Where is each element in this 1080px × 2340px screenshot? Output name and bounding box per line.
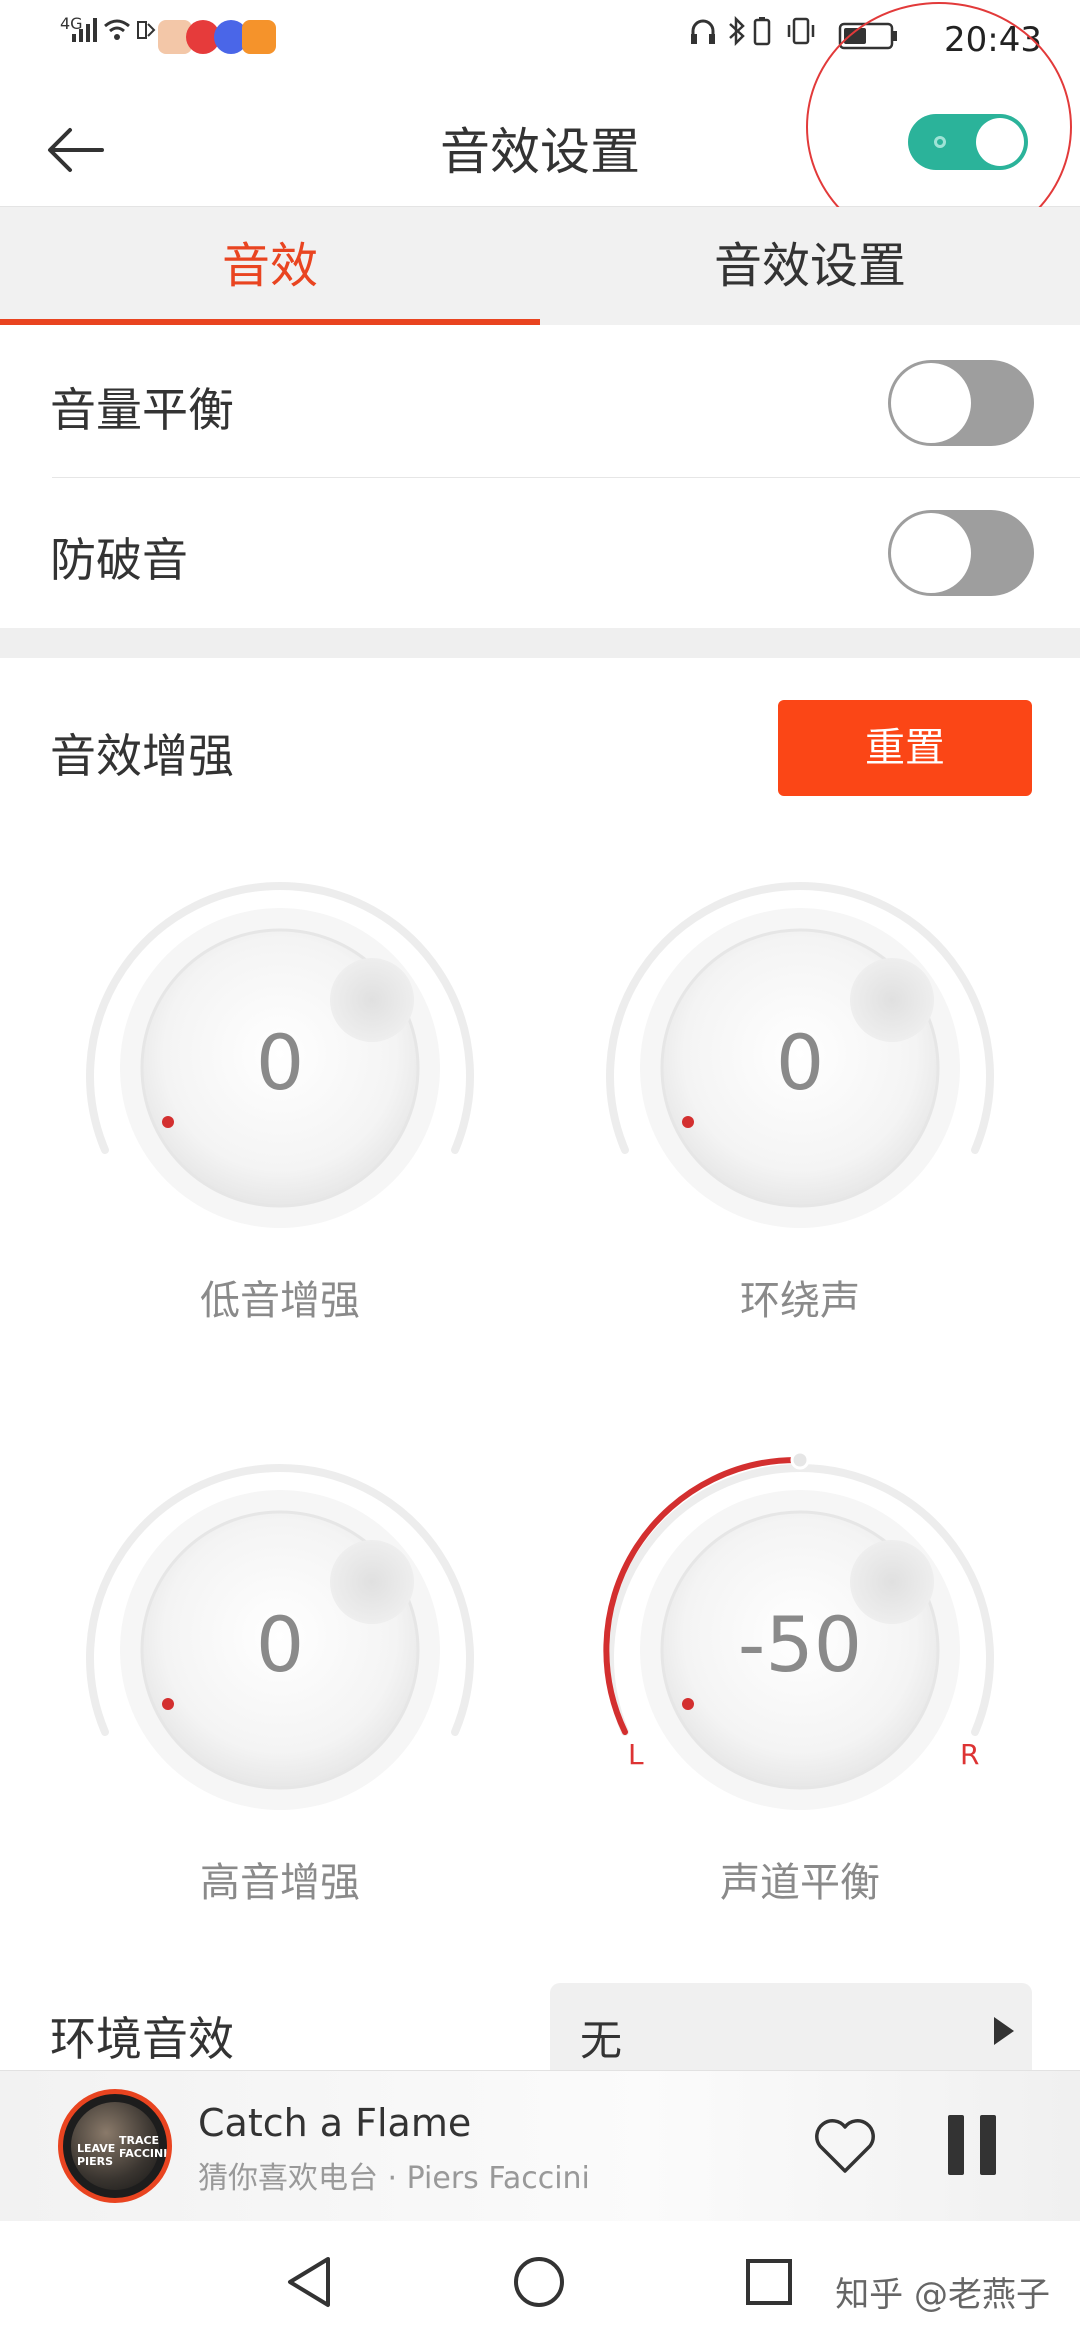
ambience-selected-value: 无 [580,2016,623,2065]
heart-icon [815,2119,875,2173]
volume-balance-row: 音量平衡 [0,328,1080,478]
treble-boost-value: 0 [255,1600,305,1689]
reset-button[interactable]: 重置 [778,700,1032,796]
bluetooth-icon [729,16,745,46]
volume-balance-label: 音量平衡 [50,383,234,437]
anti-clipping-label: 防破音 [50,533,188,587]
volume-balance-switch[interactable] [888,360,1034,446]
channel-balance-label: 声道平衡 [720,1860,880,1906]
surround-knob[interactable]: 0 环绕声 [600,868,1000,1324]
anti-clipping-row: 防破音 [0,478,1080,628]
wifi-icon [104,19,130,40]
switch-knob [891,363,971,443]
bass-boost-knob[interactable]: 0 低音增强 [80,868,480,1324]
watermark: 知乎 @老燕子 [835,2275,1050,2315]
enhancement-title: 音效增强 [50,729,234,783]
switch-knob [891,513,971,593]
ambience-label: 环境音效 [50,2012,234,2066]
bass-boost-value: 0 [255,1018,305,1107]
album-text-left: LEAVE PIERS [77,2142,116,2168]
treble-boost-label: 高音增强 [200,1860,360,1906]
anti-clipping-switch[interactable] [888,510,1034,596]
tab-effects[interactable]: 音效 [0,207,540,325]
surround-label: 环绕声 [740,1278,860,1324]
caret-right-icon [994,2017,1014,2045]
section-divider [0,628,1080,658]
song-subtitle: 猜你喜欢电台 · Piers Faccini [198,2161,590,2196]
nav-back-icon[interactable] [284,2255,334,2309]
bass-boost-label: 低音增强 [200,1278,360,1324]
surround-value: 0 [775,1018,825,1107]
pause-bar [980,2115,996,2175]
ambience-select[interactable]: 无 [550,1983,1032,2081]
nav-recents-icon[interactable] [744,2257,794,2307]
signal-icon [72,18,97,42]
right-channel-mark: R [960,1738,980,1771]
app-header: 音效设置 [0,2,1080,252]
like-button[interactable] [812,2115,878,2177]
nfc-icon [137,21,156,39]
channel-balance-value: -50 [737,1600,863,1689]
channel-balance-knob[interactable]: -50 L R 声道平衡 [600,1450,1000,1906]
headphones-icon [691,19,715,44]
song-title: Catch a Flame [198,2101,472,2145]
pause-bar [948,2115,964,2175]
mini-player[interactable]: LEAVE PIERS TRACE FACCINI Catch a Flame … [0,2070,1080,2221]
pause-button[interactable] [944,2115,1000,2177]
album-art[interactable]: LEAVE PIERS TRACE FACCINI [58,2089,172,2203]
vibrate-icon [787,17,815,45]
battery-alert-icon [753,17,771,46]
album-text-right: TRACE FACCINI [119,2134,168,2160]
tab-active-indicator [0,319,540,325]
tab-bar: 音效 音效设置 [0,207,1080,325]
video-icon [242,20,276,54]
nav-home-icon[interactable] [512,2255,566,2309]
system-nav-bar: 知乎 @老燕子 [0,2221,1080,2340]
treble-boost-knob[interactable]: 0 高音增强 [80,1450,480,1906]
tab-effect-settings[interactable]: 音效设置 [540,207,1080,325]
left-channel-mark: L [628,1738,644,1771]
